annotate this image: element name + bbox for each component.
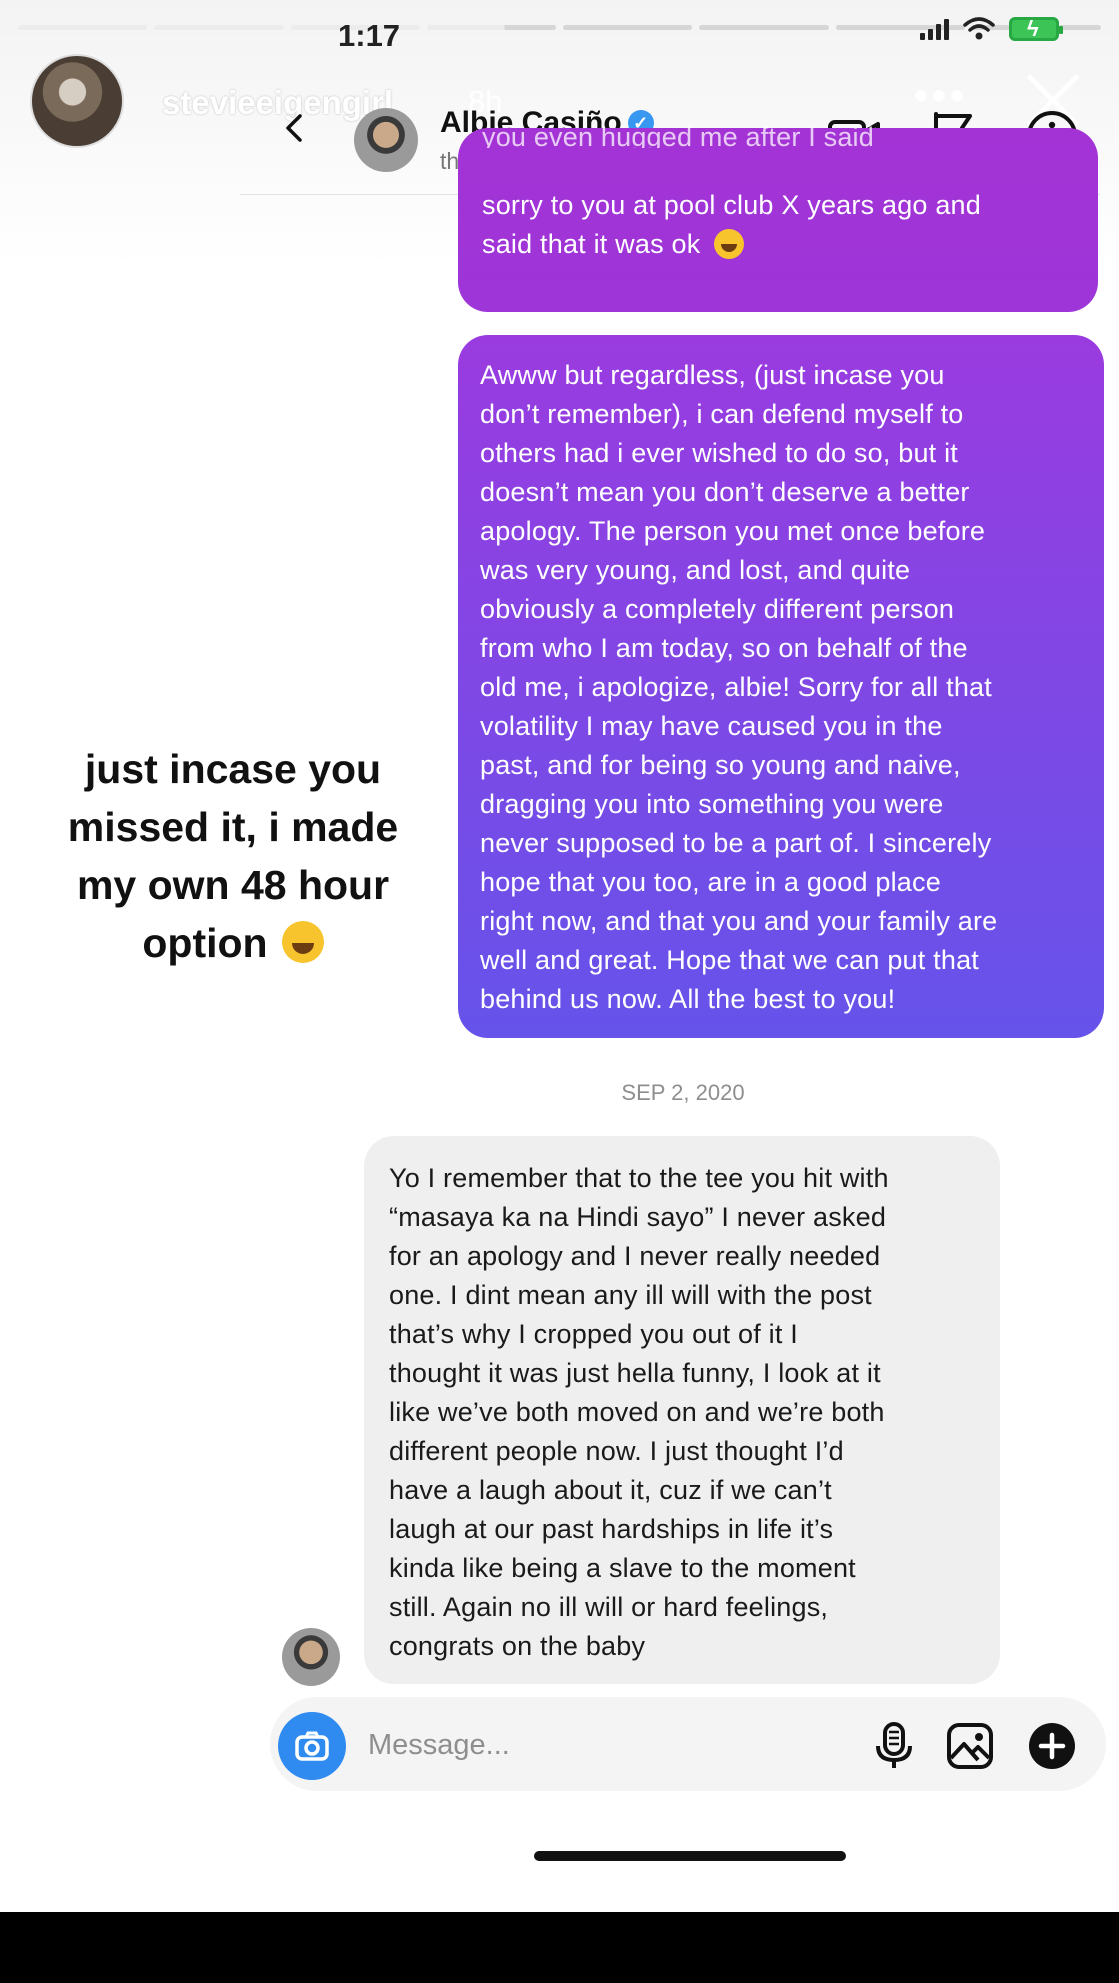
- story-avatar[interactable]: [30, 54, 124, 148]
- sender-avatar[interactable]: [282, 1628, 340, 1686]
- microphone-icon[interactable]: [868, 1720, 920, 1772]
- caption-line: missed it, i made: [67, 804, 399, 850]
- caption-line: just incase you: [84, 746, 382, 792]
- progress-segment-current: [426, 25, 556, 30]
- add-icon[interactable]: [1026, 1720, 1078, 1772]
- progress-segment: [563, 25, 693, 30]
- message-line: “masaya ka na Hindi sayo” I never asked: [389, 1202, 887, 1232]
- home-indicator[interactable]: [534, 1851, 846, 1861]
- status-time: 1:17: [338, 18, 401, 53]
- contact-avatar[interactable]: [354, 108, 418, 172]
- message-line: Awww but regardless, (just incase you: [480, 360, 945, 390]
- progress-segment: [18, 25, 148, 30]
- message-line: hope that you too, are in a good place: [480, 867, 941, 897]
- received-message[interactable]: Yo I remember that to the tee you hit wi…: [364, 1136, 1000, 1684]
- camera-icon: [295, 1731, 329, 1761]
- message-line: obviously a completely different person: [480, 594, 955, 624]
- message-line: said that it was ok: [482, 225, 1076, 264]
- message-line: don’t remember), i can defend myself to: [480, 399, 964, 429]
- message-line: apology. The person you met once before: [480, 516, 986, 546]
- caption-line: my own 48 hour: [76, 862, 390, 908]
- message-line: past, and for being so young and naive,: [480, 750, 961, 780]
- status-icons: ϟ: [920, 16, 1063, 41]
- message-input[interactable]: [366, 1728, 830, 1763]
- message-line: never supposed to be a part of. I sincer…: [480, 828, 992, 858]
- message-line: doesn’t mean you don’t deserve a better: [480, 477, 970, 507]
- message-line: still. Again no ill will or hard feeling…: [389, 1592, 829, 1622]
- message-line: was very young, and lost, and quite: [480, 555, 911, 585]
- progress-segment: [699, 25, 829, 30]
- message-line-text: said that it was ok: [482, 229, 701, 259]
- message-line: well and great. Hope that we can put tha…: [480, 945, 980, 975]
- battery-icon: ϟ: [1009, 16, 1063, 41]
- sent-message[interactable]: Awww but regardless, (just incase you do…: [458, 335, 1104, 1038]
- crying-emoji-icon: [714, 229, 745, 259]
- wifi-icon: [963, 17, 995, 40]
- message-line: Yo I remember that to the tee you hit wi…: [389, 1163, 889, 1193]
- message-line: have a laugh about it, cuz if we can’t: [389, 1475, 832, 1505]
- message-line: others had i ever wished to do so, but i…: [480, 438, 958, 468]
- progress-segment: [154, 25, 284, 30]
- camera-button[interactable]: [278, 1712, 346, 1780]
- message-line: congrats on the baby: [389, 1631, 646, 1661]
- message-line: old me, i apologize, albie! Sorry for al…: [480, 672, 992, 702]
- sent-message[interactable]: you even hugged me after I said sorry to…: [458, 122, 1098, 312]
- message-line: for an apology and I never really needed: [389, 1241, 881, 1271]
- message-line: kinda like being a slave to the moment: [389, 1553, 856, 1583]
- message-line: thought it was just hella funny, I look …: [389, 1358, 881, 1388]
- message-line: one. I dint mean any ill will with the p…: [389, 1280, 872, 1310]
- message-line: from who I am today, so on behalf of the: [480, 633, 968, 663]
- gallery-icon[interactable]: [944, 1720, 996, 1772]
- story-caption: just incase you missed it, i made my own…: [22, 740, 444, 972]
- date-divider: SEP 2, 2020: [621, 1080, 745, 1105]
- back-icon[interactable]: [280, 114, 308, 142]
- message-line: dragging you into something you were: [480, 789, 944, 819]
- message-line: different people now. I just thought I’d: [389, 1436, 844, 1466]
- caption-line-text: option: [142, 920, 268, 966]
- message-line: sorry to you at pool club X years ago an…: [482, 190, 981, 220]
- message-line: behind us now. All the best to you!: [480, 984, 896, 1014]
- message-line: like we’ve both moved on and we’re both: [389, 1397, 885, 1427]
- message-line: right now, and that you and your family …: [480, 906, 998, 936]
- bottom-bar: [0, 1912, 1119, 1983]
- signal-icon: [920, 18, 949, 40]
- message-line: volatility I may have caused you in the: [480, 711, 943, 741]
- caption-line: option: [22, 914, 444, 972]
- laughing-emoji-icon: [281, 921, 324, 963]
- message-line: that’s why I cropped you out of it I: [389, 1319, 798, 1349]
- message-cut-line: you even hugged me after I said: [482, 122, 874, 148]
- message-line: laugh at our past hardships in life it’s: [389, 1514, 834, 1544]
